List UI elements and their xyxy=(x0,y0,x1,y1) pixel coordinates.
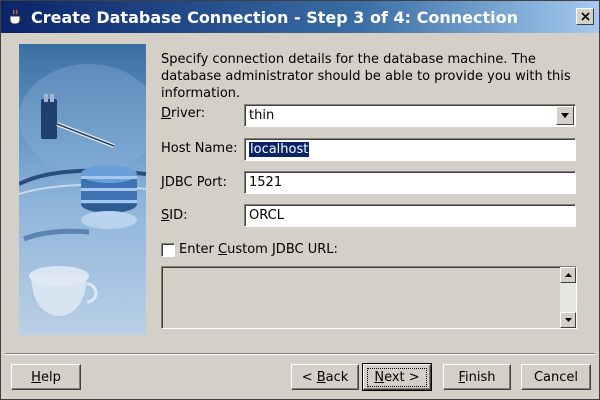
database-illustration xyxy=(19,64,146,316)
button-separator xyxy=(5,353,595,355)
next-button-label: Next > xyxy=(367,367,427,387)
driver-select[interactable]: thin xyxy=(244,104,576,127)
dialog-window: Create Database Connection - Step 3 of 4… xyxy=(0,0,600,400)
custom-jdbc-url-label: Enter Custom JDBC URL: xyxy=(179,242,338,257)
custom-jdbc-url-row[interactable]: Enter Custom JDBC URL: xyxy=(161,242,338,257)
close-icon xyxy=(580,12,590,21)
coffee-cup-icon xyxy=(9,9,23,25)
instructions-text: Specify connection details for the datab… xyxy=(161,52,571,101)
finish-button[interactable]: Finish xyxy=(443,364,511,390)
host-name-value: localhost xyxy=(249,142,310,157)
host-name-label: Host Name: xyxy=(161,141,238,156)
custom-jdbc-url-checkbox[interactable] xyxy=(161,242,175,257)
textarea-scrollbar[interactable] xyxy=(560,267,576,328)
cancel-button[interactable]: Cancel xyxy=(521,364,591,390)
scroll-down-button[interactable] xyxy=(560,312,576,328)
close-button[interactable] xyxy=(576,8,594,25)
title-bar[interactable]: Create Database Connection - Step 3 of 4… xyxy=(1,1,599,33)
driver-select-value: thin xyxy=(249,108,275,123)
window-title: Create Database Connection - Step 3 of 4… xyxy=(31,7,518,27)
wizard-side-illustration xyxy=(19,44,146,335)
help-button[interactable]: Help xyxy=(11,364,81,390)
host-name-input[interactable]: localhost xyxy=(244,138,576,161)
back-button-label: < Back xyxy=(301,369,349,385)
scroll-down-icon xyxy=(564,318,572,322)
custom-jdbc-url-textarea[interactable] xyxy=(161,266,577,329)
back-button[interactable]: < Back xyxy=(291,364,359,390)
help-button-label: Help xyxy=(31,369,61,385)
sid-input[interactable]: ORCL xyxy=(244,204,576,227)
chevron-down-icon xyxy=(561,113,569,118)
next-button[interactable]: Next > xyxy=(362,363,432,391)
finish-button-label: Finish xyxy=(458,369,496,385)
cancel-button-label: Cancel xyxy=(533,369,579,385)
driver-dropdown-button[interactable] xyxy=(556,106,574,125)
jdbc-port-input[interactable]: 1521 xyxy=(244,171,576,194)
scroll-up-icon xyxy=(564,273,572,277)
jdbc-port-value: 1521 xyxy=(249,175,283,190)
sid-label: SID: xyxy=(161,208,188,223)
jdbc-port-label: JDBC Port: xyxy=(161,175,227,190)
sid-value: ORCL xyxy=(249,208,284,223)
scroll-up-button[interactable] xyxy=(560,267,576,283)
driver-label: Driver: xyxy=(161,106,206,121)
